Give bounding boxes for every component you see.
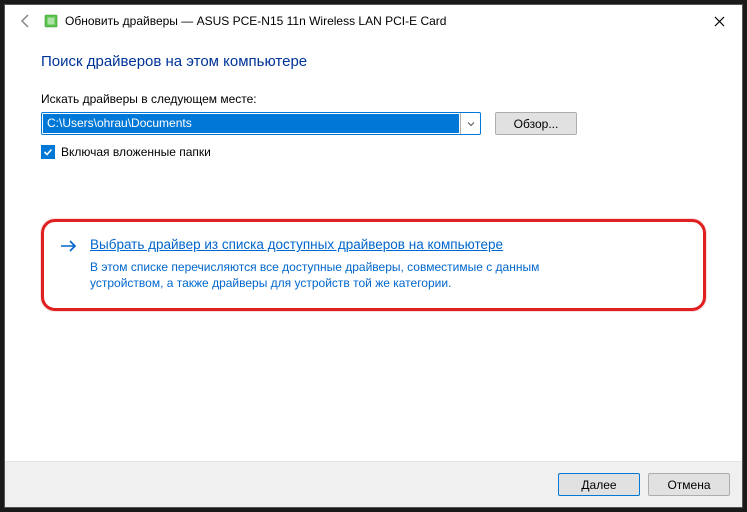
pick-from-list-option[interactable]: Выбрать драйвер из списка доступных драй… [41,219,706,311]
path-label: Искать драйверы в следующем месте: [41,92,706,106]
path-row: C:\Users\ohrau\Documents Обзор... [41,112,706,135]
driver-update-dialog: Обновить драйверы — ASUS PCE-N15 11n Wir… [4,4,743,508]
next-button[interactable]: Далее [558,473,640,496]
include-subfolders-checkbox[interactable] [41,145,55,159]
arrow-right-icon [58,236,80,292]
page-heading: Поиск драйверов на этом компьютере [41,53,706,70]
cancel-button[interactable]: Отмена [648,473,730,496]
option-text: Выбрать драйвер из списка доступных драй… [90,236,685,292]
close-icon [714,16,725,27]
device-icon [43,13,59,29]
include-subfolders-label: Включая вложенные папки [61,145,211,159]
window-title: Обновить драйверы — ASUS PCE-N15 11n Wir… [65,14,446,28]
dialog-footer: Далее Отмена [5,461,742,507]
path-input[interactable]: C:\Users\ohrau\Documents [43,114,459,133]
combobox-dropdown-button[interactable] [460,113,480,134]
titlebar: Обновить драйверы — ASUS PCE-N15 11n Wir… [5,5,742,37]
content-area: Поиск драйверов на этом компьютере Искат… [5,37,742,461]
chevron-down-icon [467,120,475,128]
option-title: Выбрать драйвер из списка доступных драй… [90,236,530,254]
checkmark-icon [43,147,53,157]
back-arrow-icon [17,13,33,29]
close-button[interactable] [696,5,742,37]
browse-button[interactable]: Обзор... [495,112,577,135]
include-subfolders-row[interactable]: Включая вложенные папки [41,145,706,159]
back-button[interactable] [13,9,37,33]
option-description: В этом списке перечисляются все доступны… [90,259,610,291]
path-combobox[interactable]: C:\Users\ohrau\Documents [41,112,481,135]
